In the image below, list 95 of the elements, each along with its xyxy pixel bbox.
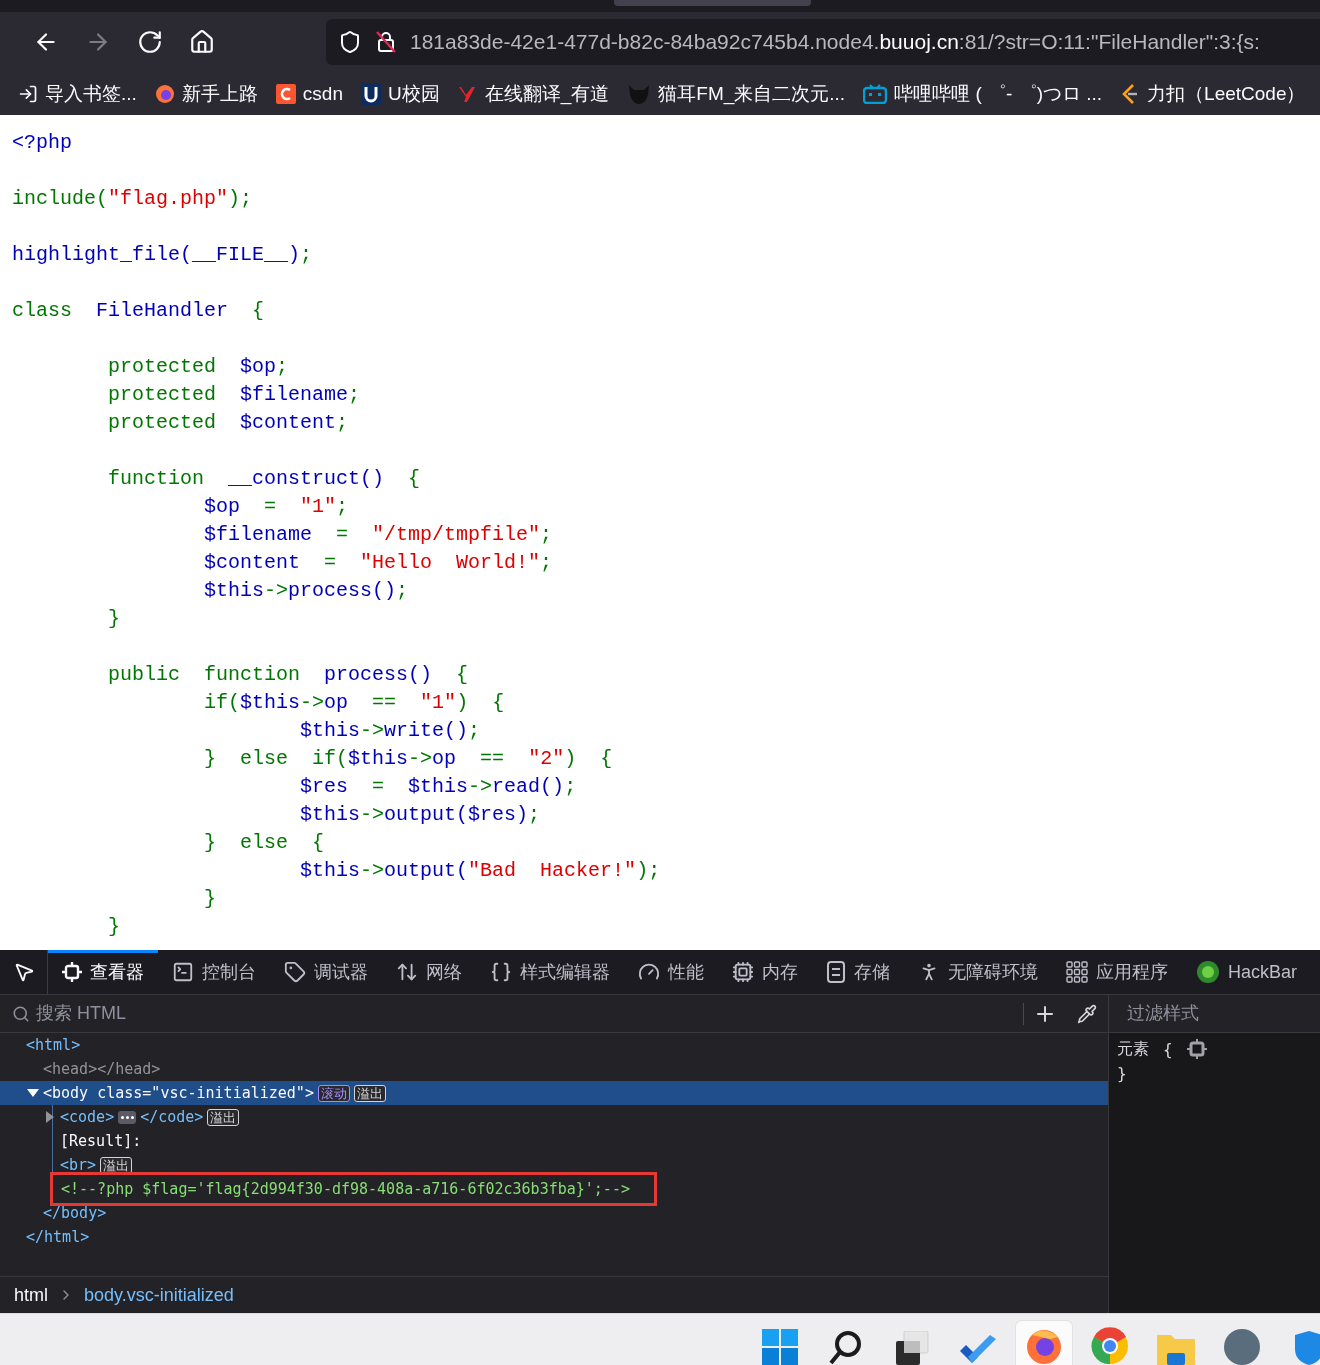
element-tag[interactable]: <code>: [60, 1108, 115, 1126]
console-icon: [172, 961, 194, 983]
crosshair-icon: [1186, 1039, 1207, 1059]
eyedropper-icon: [1077, 1003, 1097, 1024]
code-line: } else if($this->op == "2") {: [203, 746, 614, 772]
code-line: $this->write();: [299, 718, 482, 744]
devtools-tab[interactable]: 存储: [812, 950, 904, 994]
insecure-lock-icon: [374, 30, 398, 54]
reload-icon: [137, 29, 163, 55]
element-tag[interactable]: <br>: [60, 1156, 97, 1174]
code-line: }: [107, 914, 122, 940]
devtools-tab[interactable]: HackBar: [1182, 950, 1312, 994]
bookmark[interactable]: 导入书签...: [18, 80, 137, 107]
devtools-tab[interactable]: 无障碍环境: [904, 950, 1052, 994]
code-line: }: [203, 886, 218, 912]
search-field[interactable]: 搜索 HTML: [34, 1002, 1023, 1025]
node-badge[interactable]: 滚动: [317, 1084, 350, 1102]
grid-icon: [1066, 961, 1088, 983]
breadcrumb[interactable]: body.vsc-initialized: [84, 1284, 234, 1306]
tv-icon: [863, 83, 888, 104]
open-brace: {: [1163, 1039, 1173, 1059]
rule-selector: 元素: [1117, 1038, 1149, 1060]
code-line: include("flag.php");: [12, 186, 254, 212]
devtools-tab[interactable]: 控制台: [158, 950, 270, 994]
inspector-icon: [62, 962, 82, 982]
windows-icon: [762, 1329, 798, 1365]
bookmark[interactable]: 在线翻译_有道: [457, 80, 610, 107]
filter-input[interactable]: 过滤样式: [1125, 1002, 1320, 1025]
braces-icon: [490, 961, 512, 983]
code-line: protected $content;: [107, 410, 350, 436]
bookmark[interactable]: 猫耳FM_来自二次元...: [627, 80, 846, 107]
closing-tag: </html>: [26, 1228, 90, 1246]
bookmark[interactable]: csdn: [275, 82, 343, 105]
devtools-tab[interactable]: 应用程序: [1052, 950, 1182, 994]
todo-check-icon: [958, 1335, 998, 1365]
code-line: highlight_file(__FILE__);: [12, 242, 314, 268]
comment-text[interactable]: <!--?php $flag='flag{2d994f30-df98-408a-a716-6f02c36b3fba}';-->: [61, 1180, 630, 1198]
code-line: $this->output("Bad Hacker!");: [299, 858, 662, 884]
code-line: }: [107, 606, 122, 632]
ellipsis-icon[interactable]: [118, 1110, 137, 1124]
element-tag[interactable]: <body class="vsc-initialized">: [43, 1084, 314, 1102]
hackbar-icon: [1196, 960, 1220, 984]
search-icon: [828, 1329, 864, 1365]
chrome-icon: [1091, 1327, 1129, 1365]
closing-tag: </body>: [43, 1204, 107, 1222]
home-icon: [189, 29, 215, 55]
campus-icon: [361, 82, 381, 105]
result-text: [Result]:: [60, 1132, 142, 1150]
csdn-icon: [275, 83, 296, 104]
storage-icon: [826, 961, 846, 983]
code-line: $content = "Hello World!";: [203, 550, 554, 576]
code-line: protected $op;: [107, 354, 290, 380]
closing-tag: </code>: [140, 1108, 204, 1126]
shield-icon: [1295, 1331, 1320, 1365]
devtools-tab[interactable]: 样式编辑器: [476, 950, 624, 994]
code-line: } else {: [203, 830, 326, 856]
cat-icon: [627, 82, 652, 105]
url-text: 181a83de-42e1-477d-b82c-84ba92c745b4.node4.buuoj.cn:81/?str=O:11:"FileHandler":3:{s:: [410, 30, 1260, 54]
code-line: if($this->op == "1") {: [203, 690, 506, 716]
code-line: $this->output($res);: [299, 802, 542, 828]
bookmark[interactable]: U校园: [361, 80, 440, 107]
node-badge[interactable]: 溢出: [207, 1108, 240, 1126]
code-line: protected $filename;: [107, 382, 362, 408]
element-tag[interactable]: <head></head>: [43, 1060, 161, 1078]
code-line: $op = "1";: [203, 494, 350, 520]
bookmark[interactable]: 新手上路: [154, 80, 258, 107]
address-bar[interactable]: 181a83de-42e1-477d-b82c-84ba92c745b4.node4.buuoj.cn:81/?str=O:11:"FileHandler":3:{s:: [326, 19, 1320, 65]
bookmark[interactable]: 力扣（LeetCode）: [1120, 80, 1306, 107]
node-badge[interactable]: 溢出: [353, 1084, 386, 1102]
debugger-icon: [284, 961, 306, 983]
bookmark[interactable]: 哔哩哔哩 ( ゜- ゜)つロ ...: [863, 80, 1103, 107]
network-icon: [396, 961, 418, 983]
breadcrumb[interactable]: html: [14, 1284, 48, 1306]
filter-styles-field[interactable]: 过滤样式: [1109, 995, 1320, 1033]
devtools-tab[interactable]: 网络: [382, 950, 476, 994]
code-line: <?php: [12, 130, 73, 156]
code-line: $this->process();: [203, 578, 410, 604]
expanded-arrow-icon: [26, 1087, 39, 1099]
code-line: function __construct() {: [107, 466, 422, 492]
shield-icon[interactable]: [338, 30, 362, 54]
devtools-tab[interactable]: 性能: [624, 950, 718, 994]
firefox-icon: [154, 83, 175, 104]
devtools-tab[interactable]: 内存: [718, 950, 812, 994]
search-icon: [12, 1004, 30, 1023]
code-line: $res = $this->read();: [299, 774, 578, 800]
element-tag[interactable]: <html>: [26, 1036, 81, 1054]
collapsed-arrow-icon: [43, 1111, 56, 1123]
close-brace: }: [1117, 1063, 1127, 1083]
devtools-tab[interactable]: 调试器: [270, 950, 382, 994]
import-icon: [18, 83, 38, 104]
memory-icon: [732, 961, 754, 983]
code-line: public function process() {: [107, 662, 470, 688]
code-line: $filename = "/tmp/tmpfile";: [203, 522, 554, 548]
avatar-icon: [1224, 1329, 1260, 1365]
code-line: class FileHandler {: [12, 298, 266, 324]
